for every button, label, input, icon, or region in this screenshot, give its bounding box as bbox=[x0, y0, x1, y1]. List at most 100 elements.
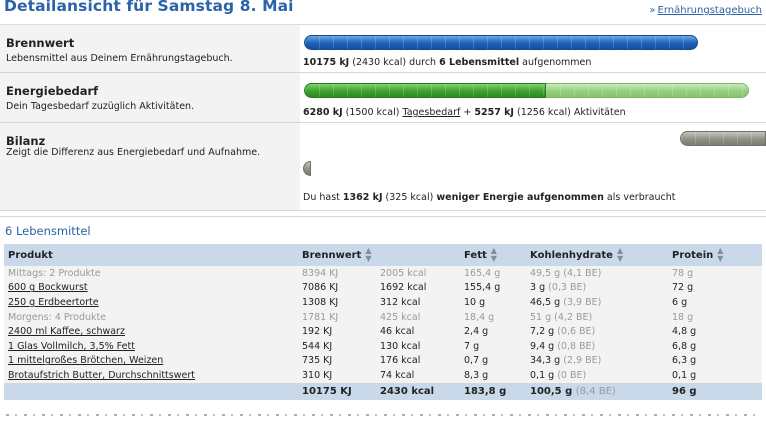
row-protein: 18 g bbox=[668, 309, 762, 325]
bilanz-prefix: Du hast bbox=[303, 192, 340, 203]
bilanz-bar bbox=[680, 131, 766, 146]
bilanz-desc: Zeigt die Differenz aus Energiebedarf un… bbox=[6, 147, 261, 158]
row-kj: 735 KJ bbox=[298, 353, 376, 369]
table-row: 600 g Bockwurst 7086 KJ 1692 kcal 155,4 … bbox=[4, 280, 762, 296]
bilanz-bold: weniger Energie aufgenommen bbox=[436, 192, 604, 203]
energiebedarf-row: Energiebedarf Dein Tagesbedarf zuzüglich… bbox=[0, 73, 766, 123]
cut-off-text bbox=[0, 414, 766, 421]
total-kh: 100,5 g (8,4 BE) bbox=[526, 382, 668, 400]
row-name[interactable]: Brotaufstrich Butter, Durchschnittswert bbox=[4, 368, 298, 383]
row-kcal: 312 kcal bbox=[376, 295, 460, 310]
row-kj: 7086 KJ bbox=[298, 280, 376, 296]
table-row: 1 mittelgroßes Brötchen, Weizen 735 KJ 1… bbox=[4, 353, 762, 369]
sort-icon: ▲ ▼ bbox=[616, 246, 624, 263]
row-kh: 49,5 g (4,1 BE) bbox=[526, 266, 668, 281]
row-fett: 7 g bbox=[460, 338, 526, 354]
table-row-group: Mittags: 2 Produkte 8394 KJ 2005 kcal 16… bbox=[4, 266, 762, 281]
energiebedarf-desc: Dein Tagesbedarf zuzüglich Aktivitäten. bbox=[6, 101, 195, 112]
col-produkt[interactable]: Produkt bbox=[4, 244, 298, 266]
row-kj: 1308 KJ bbox=[298, 295, 376, 310]
brennwert-bar bbox=[304, 35, 698, 50]
bilanz-kj: 1362 kJ bbox=[342, 192, 383, 203]
aktivitaet-kcal: (1256 kcal) bbox=[517, 107, 571, 118]
brennwert-kcal: (2430 kcal) bbox=[352, 57, 407, 68]
sort-icon: ▲ ▼ bbox=[717, 246, 724, 263]
col-brennwert[interactable]: Brennwert ▲ ▼ bbox=[298, 244, 460, 266]
food-link[interactable]: 1 Glas Vollmilch, 3,5% Fett bbox=[8, 341, 135, 352]
table-row: Brotaufstrich Butter, Durchschnittswert … bbox=[4, 368, 762, 383]
row-fett: 10 g bbox=[460, 295, 526, 310]
row-name[interactable]: 600 g Bockwurst bbox=[4, 280, 298, 296]
bilanz-info: Du hast 1362 kJ (325 kcal) weniger Energ… bbox=[303, 192, 675, 203]
table-row: 1 Glas Vollmilch, 3,5% Fett 544 KJ 130 k… bbox=[4, 338, 762, 354]
brennwert-count: 6 Lebensmittel bbox=[439, 57, 520, 68]
diary-link-label[interactable]: Ernährungstagebuch bbox=[658, 5, 762, 16]
brennwert-desc: Lebensmittel aus Deinem Ernährungstagebu… bbox=[6, 53, 233, 64]
row-protein: 4,8 g bbox=[668, 324, 762, 339]
aktivitaet-suffix: Aktivitäten bbox=[573, 107, 626, 118]
bilanz-row: Bilanz Zeigt die Differenz aus Energiebe… bbox=[0, 123, 766, 211]
row-name[interactable]: 2400 ml Kaffee, schwarz bbox=[4, 324, 298, 339]
row-kh: 46,5 g (3,9 BE) bbox=[526, 295, 668, 310]
bilanz-suffix: als verbraucht bbox=[606, 192, 676, 203]
row-kh: 51 g (4,2 BE) bbox=[526, 309, 668, 325]
row-protein: 78 g bbox=[668, 266, 762, 281]
row-kh: 9,4 g (0,8 BE) bbox=[526, 338, 668, 354]
foods-section-title: 6 Lebensmittel bbox=[5, 224, 91, 238]
row-name: Mittags: 2 Produkte bbox=[4, 266, 298, 281]
row-name[interactable]: 1 mittelgroßes Brötchen, Weizen bbox=[4, 353, 298, 369]
total-kcal: 2430 kcal bbox=[376, 382, 460, 400]
row-fett: 2,4 g bbox=[460, 324, 526, 339]
row-kj: 544 KJ bbox=[298, 338, 376, 354]
aktivitaet-kj: 5257 kJ bbox=[474, 107, 514, 118]
row-name[interactable]: 1 Glas Vollmilch, 3,5% Fett bbox=[4, 338, 298, 354]
total-fett: 183,8 g bbox=[460, 382, 526, 400]
row-fett: 0,7 g bbox=[460, 353, 526, 369]
row-kj: 192 KJ bbox=[298, 324, 376, 339]
bedarf-kcal: (1500 kcal) bbox=[345, 107, 400, 118]
total-kj: 10175 KJ bbox=[298, 382, 376, 400]
row-kj: 310 KJ bbox=[298, 368, 376, 383]
col-fett[interactable]: Fett ▲ ▼ bbox=[460, 244, 526, 266]
col-protein[interactable]: Protein ▲ ▼ bbox=[668, 244, 762, 266]
page-header: Detailansicht für Samstag 8. Mai » Ernähr… bbox=[0, 0, 766, 22]
row-name[interactable]: 250 g Erdbeertorte bbox=[4, 295, 298, 310]
brennwert-row: Brennwert Lebensmittel aus Deinem Ernähr… bbox=[0, 25, 766, 73]
row-kj: 8394 KJ bbox=[298, 266, 376, 281]
food-link[interactable]: 600 g Bockwurst bbox=[8, 282, 88, 293]
row-kh: 0,1 g (0 BE) bbox=[526, 368, 668, 383]
row-fett: 165,4 g bbox=[460, 266, 526, 281]
row-kh: 34,3 g (2,9 BE) bbox=[526, 353, 668, 369]
table-row: 2400 ml Kaffee, schwarz 192 KJ 46 kcal 2… bbox=[4, 324, 762, 339]
row-protein: 0,1 g bbox=[668, 368, 762, 383]
sort-icon: ▲ ▼ bbox=[365, 246, 372, 263]
total-label bbox=[4, 382, 298, 400]
row-kh: 3 g (0,3 BE) bbox=[526, 280, 668, 296]
table-header: Produkt Brennwert ▲ ▼ Fett ▲ ▼ Kohlenhydrate… bbox=[4, 244, 762, 266]
energy-summary: Brennwert Lebensmittel aus Deinem Ernähr… bbox=[0, 24, 766, 211]
sort-icon: ▲ ▼ bbox=[490, 246, 497, 263]
row-protein: 6 g bbox=[668, 295, 762, 310]
brennwert-middle: durch bbox=[409, 57, 437, 68]
tagesbedarf-link[interactable]: Tagesbedarf bbox=[402, 107, 460, 118]
food-link[interactable]: 2400 ml Kaffee, schwarz bbox=[8, 326, 125, 337]
row-kcal: 176 kcal bbox=[376, 353, 460, 369]
plus-sign: + bbox=[463, 107, 472, 118]
row-fett: 18,4 g bbox=[460, 309, 526, 325]
row-protein: 6,8 g bbox=[668, 338, 762, 354]
total-protein: 96 g bbox=[668, 382, 762, 400]
food-link[interactable]: 250 g Erdbeertorte bbox=[8, 297, 99, 308]
row-kcal: 130 kcal bbox=[376, 338, 460, 354]
food-link[interactable]: 1 mittelgroßes Brötchen, Weizen bbox=[8, 355, 163, 366]
bedarf-kj: 6280 kJ bbox=[303, 107, 343, 118]
row-protein: 72 g bbox=[668, 280, 762, 296]
link-arrow-icon: » bbox=[649, 5, 656, 16]
bilanz-kcal: (325 kcal) bbox=[385, 192, 434, 203]
row-kj: 1781 KJ bbox=[298, 309, 376, 325]
table-row: 250 g Erdbeertorte 1308 KJ 312 kcal 10 g… bbox=[4, 295, 762, 310]
food-link[interactable]: Brotaufstrich Butter, Durchschnittswert bbox=[8, 370, 195, 381]
row-fett: 8,3 g bbox=[460, 368, 526, 383]
row-kcal: 425 kcal bbox=[376, 309, 460, 325]
col-kohlenhydrate[interactable]: Kohlenhydrate ▲ ▼ bbox=[526, 244, 668, 266]
diary-link[interactable]: » Ernährungstagebuch bbox=[649, 5, 762, 16]
